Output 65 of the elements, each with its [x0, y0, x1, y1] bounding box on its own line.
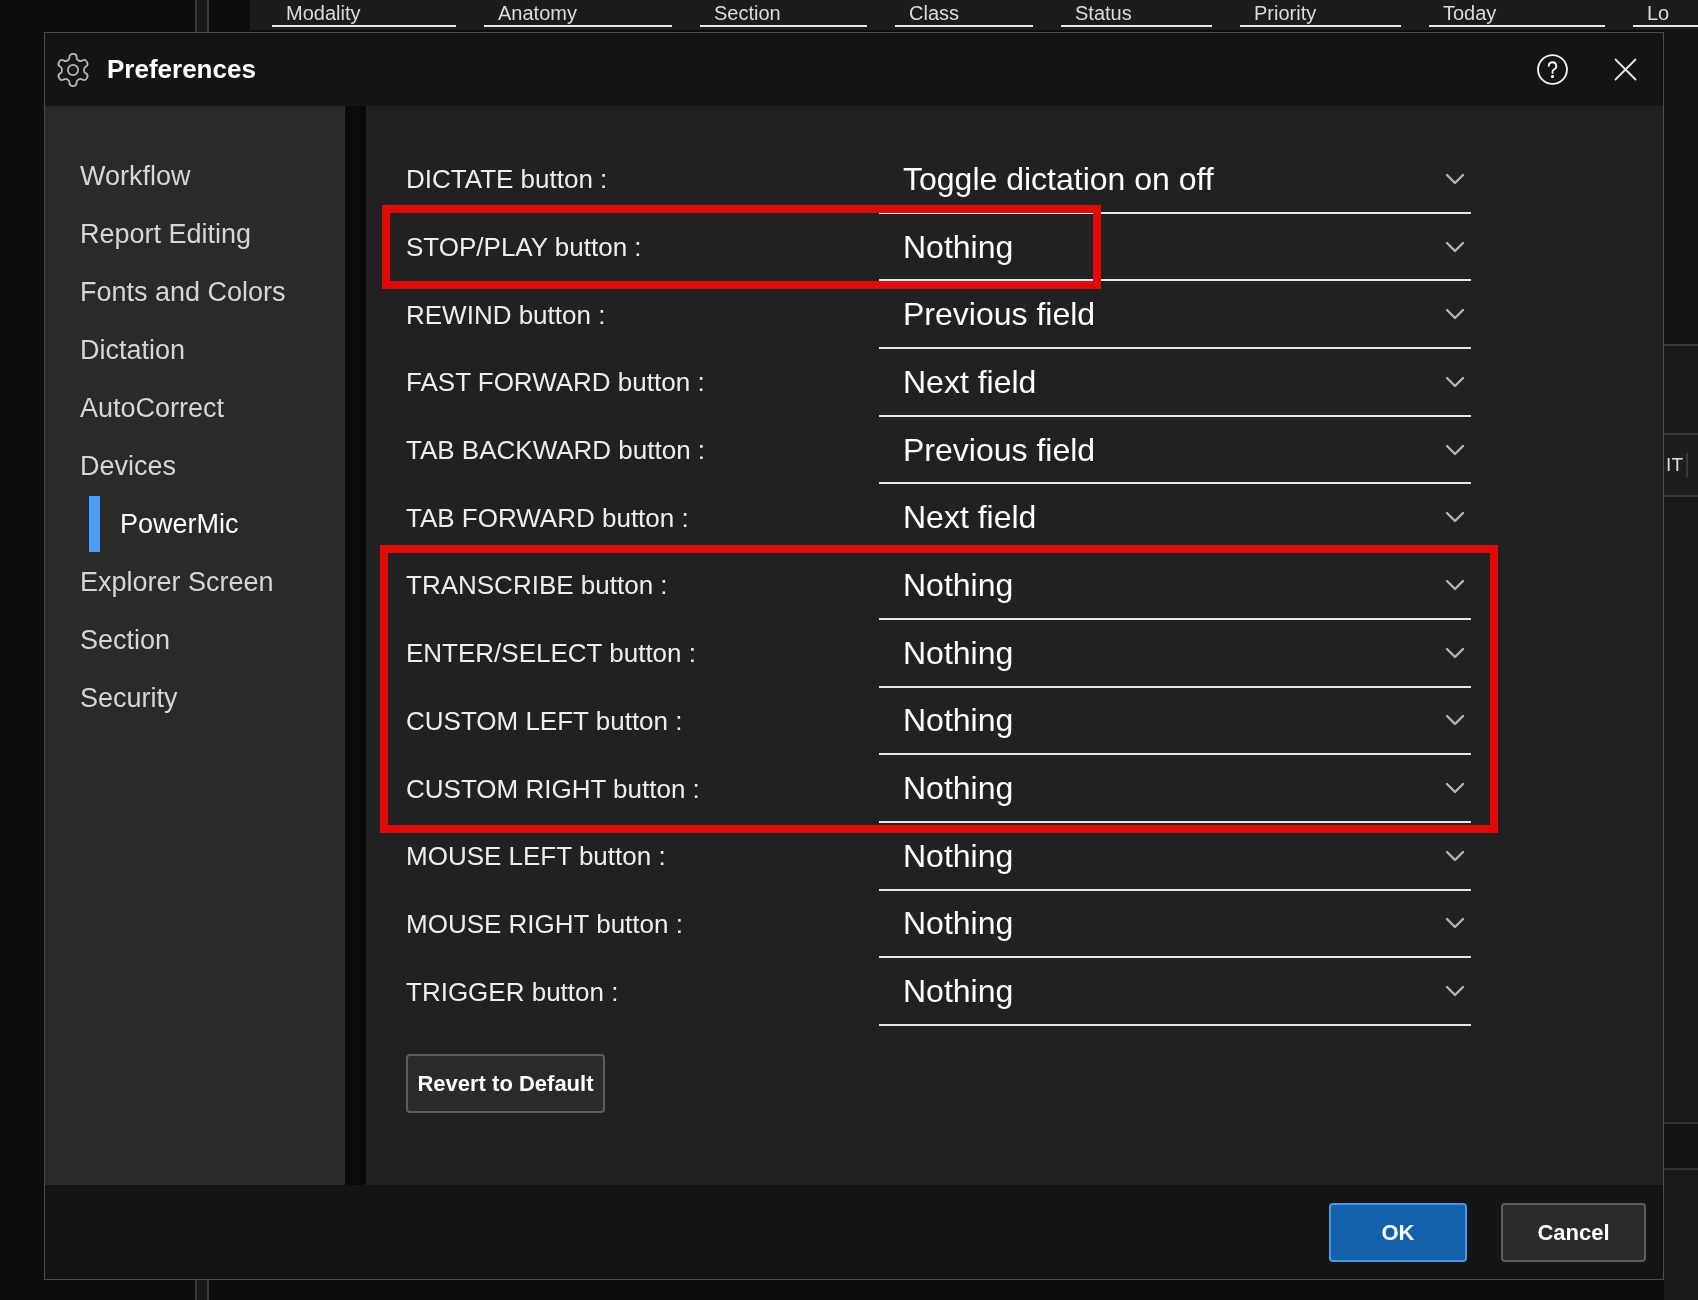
dropdown[interactable]: Toggle dictation on off [879, 146, 1471, 214]
chevron-down-icon [1445, 375, 1465, 388]
chevron-down-icon [1445, 646, 1465, 659]
close-icon[interactable] [1614, 58, 1637, 81]
chevron-down-icon [1445, 917, 1465, 930]
chevron-down-icon [1445, 714, 1465, 727]
dropdown[interactable]: Nothing [879, 552, 1471, 620]
field-label: STOP/PLAY button : [406, 231, 643, 265]
revert-button[interactable]: Revert to Default [406, 1053, 605, 1113]
filter-dropdown[interactable]: Today [1429, 0, 1605, 27]
chevron-down-icon [1445, 240, 1465, 253]
sidebar-item[interactable]: Dictation [80, 321, 186, 379]
filter-dropdown[interactable]: Section [700, 0, 867, 27]
table-cell: IT [1666, 453, 1688, 477]
field-label: MOUSE LEFT button : [406, 840, 667, 874]
filter-dropdown[interactable]: Status [1061, 0, 1212, 27]
field-label: DICTATE button : [406, 163, 609, 197]
chevron-down-icon [1445, 985, 1465, 998]
field-label: TRIGGER button : [406, 975, 620, 1009]
filter-dropdown[interactable]: Lo [1633, 0, 1698, 27]
dialog-title: Preferences [107, 53, 256, 86]
sidebar-item[interactable]: Fonts and Colors [80, 263, 286, 321]
chevron-down-icon [1445, 578, 1465, 591]
field-label: REWIND button : [406, 298, 607, 332]
sidebar-item[interactable]: Section [80, 611, 171, 669]
sidebar-item[interactable]: Security [80, 669, 178, 727]
chevron-down-icon [1445, 849, 1465, 862]
dropdown[interactable]: Nothing [879, 619, 1471, 688]
ok-button[interactable]: OK [1329, 1202, 1467, 1262]
chevron-down-icon [1445, 308, 1465, 321]
chevron-down-icon [1445, 782, 1465, 795]
field-label: MOUSE RIGHT button : [406, 907, 684, 941]
dropdown[interactable]: Nothing [879, 755, 1471, 823]
filter-dropdown[interactable]: Class [895, 0, 1033, 27]
help-icon[interactable] [1537, 54, 1568, 85]
dropdown[interactable]: Nothing [879, 213, 1471, 282]
chevron-down-icon [1445, 172, 1465, 185]
field-label: CUSTOM RIGHT button : [406, 772, 701, 806]
filter-dropdown[interactable]: Priority [1240, 0, 1401, 27]
dropdown[interactable]: Nothing [879, 822, 1471, 891]
field-label: TAB BACKWARD button : [406, 434, 707, 468]
field-label: TAB FORWARD button : [406, 501, 690, 535]
sidebar-item[interactable]: Explorer Screen [80, 553, 274, 611]
sidebar-item[interactable]: Workflow [80, 147, 191, 205]
chevron-down-icon [1445, 443, 1465, 456]
dropdown[interactable]: Nothing [879, 890, 1471, 959]
dropdown[interactable]: Next field [879, 349, 1471, 417]
sidebar-item[interactable]: Devices [80, 437, 177, 495]
settings-icon [56, 52, 90, 87]
dropdown[interactable]: Previous field [879, 281, 1471, 350]
field-label: FAST FORWARD button : [406, 366, 706, 400]
field-label: ENTER/SELECT button : [406, 637, 697, 671]
dropdown[interactable]: Next field [879, 484, 1471, 553]
filter-dropdown[interactable]: Modality [272, 0, 456, 27]
dropdown[interactable]: Nothing [879, 958, 1471, 1026]
sidebar-item[interactable]: AutoCorrect [80, 379, 225, 437]
dropdown[interactable]: Nothing [879, 687, 1471, 756]
cancel-button[interactable]: Cancel [1501, 1202, 1646, 1262]
filter-dropdown[interactable]: Anatomy [484, 0, 672, 27]
dropdown[interactable]: Previous field [879, 416, 1471, 485]
sidebar-item[interactable]: PowerMic [89, 495, 239, 553]
sidebar-item[interactable]: Report Editing [80, 205, 252, 263]
field-label: CUSTOM LEFT button : [406, 704, 684, 738]
field-label: TRANSCRIBE button : [406, 569, 669, 603]
chevron-down-icon [1445, 511, 1465, 524]
